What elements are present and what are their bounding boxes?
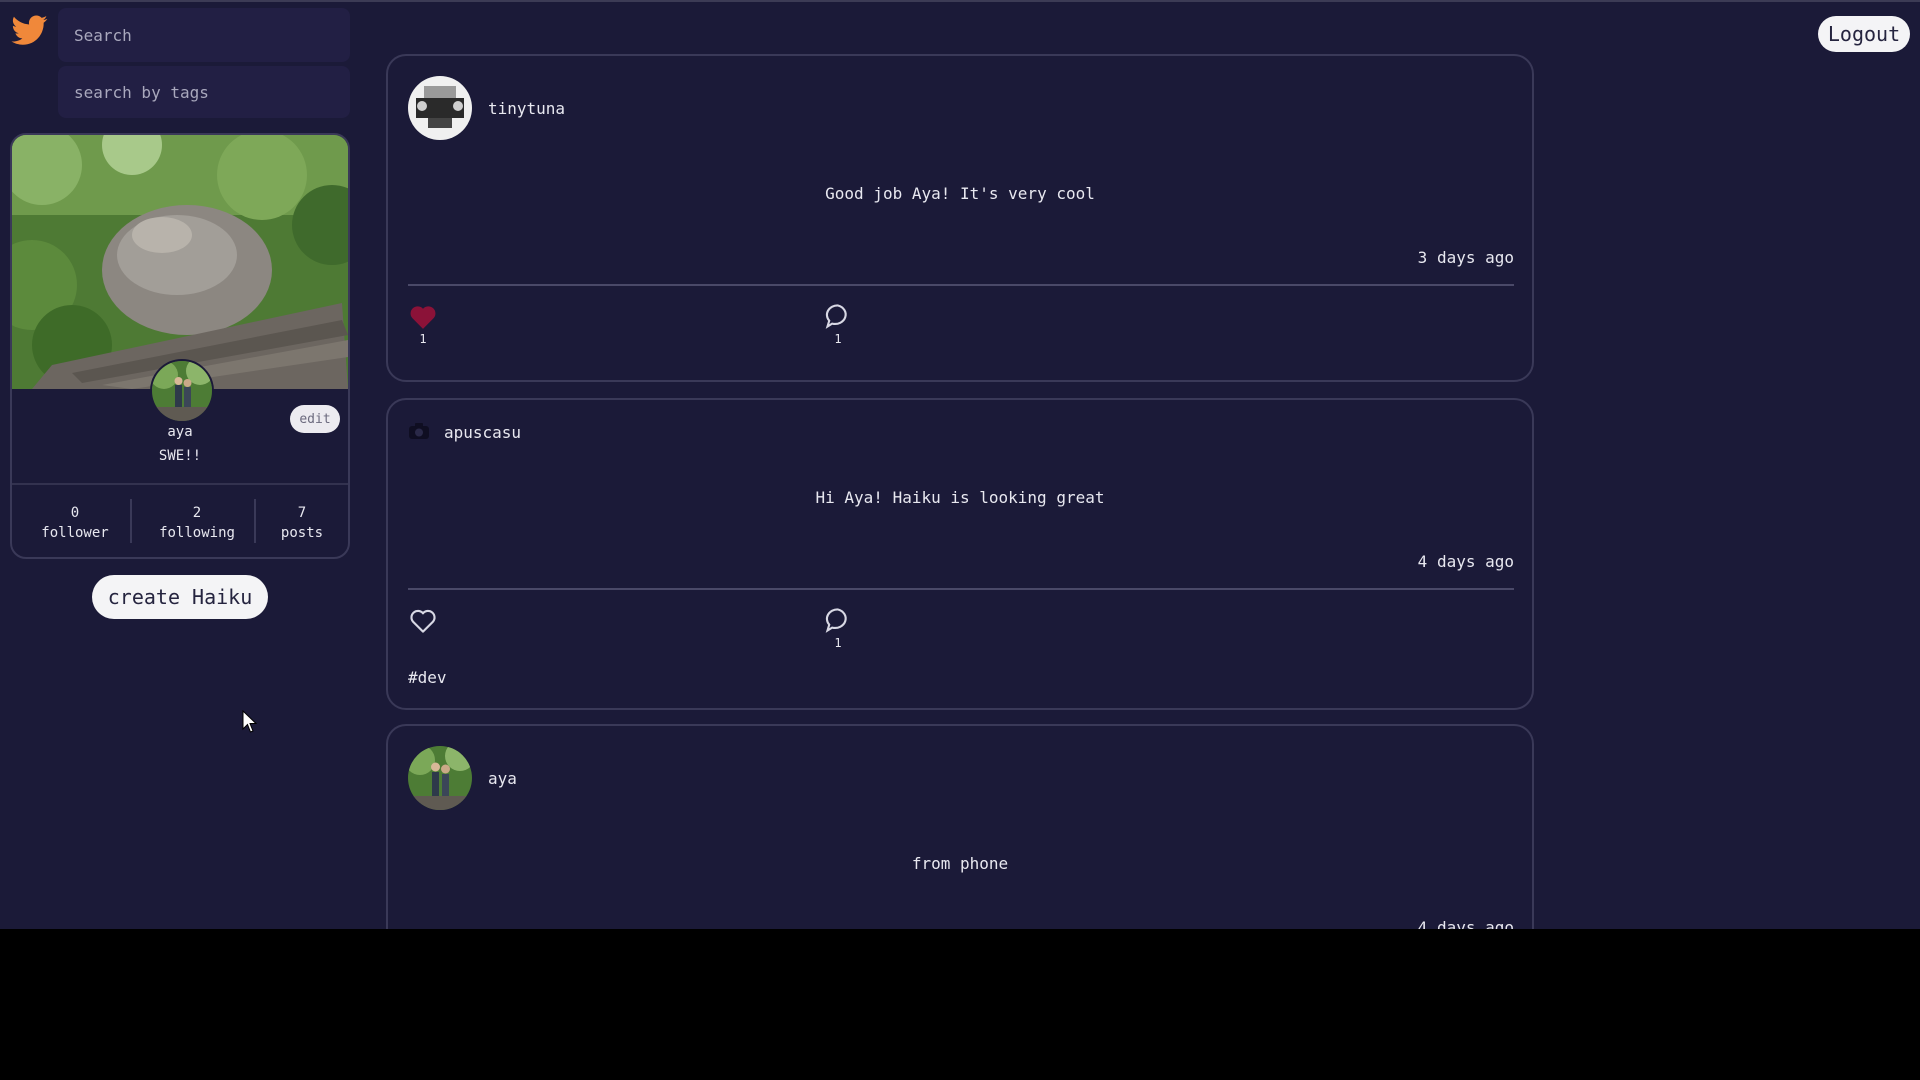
- tag-search-input[interactable]: [58, 66, 350, 118]
- post-body: Hi Aya! Haiku is looking great: [815, 488, 1105, 507]
- stat-separator: [254, 499, 256, 543]
- comment-count: 1: [834, 636, 842, 650]
- post-avatar[interactable]: [408, 746, 472, 810]
- stat-label: following: [159, 525, 235, 541]
- stat-followers[interactable]: 0 follower: [22, 503, 128, 543]
- stats-divider: [12, 483, 348, 485]
- like-count: 1: [419, 332, 427, 346]
- post-avatar[interactable]: [408, 76, 472, 140]
- post-time: 4 days ago: [1417, 918, 1514, 929]
- app-window: Logout: [0, 0, 1920, 929]
- logout-button[interactable]: Logout: [1818, 16, 1910, 52]
- stat-label: follower: [41, 525, 109, 541]
- post-username[interactable]: apuscasu: [444, 423, 521, 442]
- stat-separator: [130, 499, 132, 543]
- camera-icon: [409, 423, 429, 439]
- stat-posts[interactable]: 7 posts: [264, 503, 340, 543]
- comment-count: 1: [834, 332, 842, 346]
- post-username[interactable]: aya: [488, 769, 517, 788]
- heart-icon[interactable]: [408, 608, 438, 634]
- stat-value: 2: [192, 505, 202, 521]
- post-card: aya from phone 4 days ago: [386, 724, 1534, 929]
- post-username[interactable]: tinytuna: [488, 99, 565, 118]
- search-input[interactable]: [58, 8, 350, 62]
- post-time: 3 days ago: [1417, 248, 1514, 267]
- post-divider: [408, 284, 1514, 286]
- post-card: apuscasu Hi Aya! Haiku is looking great …: [386, 398, 1534, 710]
- cover-photo: [12, 135, 348, 389]
- post-divider: [408, 588, 1514, 590]
- cursor-icon: [242, 710, 258, 733]
- profile-name: aya: [167, 424, 193, 440]
- create-haiku-button[interactable]: create Haiku: [92, 575, 268, 619]
- post-tag[interactable]: #dev: [408, 668, 447, 687]
- comment-icon[interactable]: [824, 302, 852, 330]
- stat-label: posts: [280, 525, 324, 541]
- comment-icon[interactable]: [824, 606, 852, 634]
- post-body: from phone: [911, 854, 1009, 873]
- twitter-bird-icon[interactable]: [10, 12, 50, 48]
- profile-avatar[interactable]: [150, 359, 214, 423]
- letterbox-bar: [0, 929, 1920, 1080]
- profile-bio: SWE!!: [158, 448, 202, 464]
- post-card: tinytuna Good job Aya! It's very cool 3 …: [386, 54, 1534, 382]
- profile-card: edit aya SWE!! 0 follower 2 following 7 …: [10, 133, 350, 559]
- post-time: 4 days ago: [1417, 552, 1514, 571]
- stat-following[interactable]: 2 following: [144, 503, 250, 543]
- post-body: Good job Aya! It's very cool: [825, 184, 1095, 203]
- stat-value: 0: [70, 505, 80, 521]
- stat-value: 7: [297, 505, 307, 521]
- heart-icon[interactable]: [408, 304, 438, 330]
